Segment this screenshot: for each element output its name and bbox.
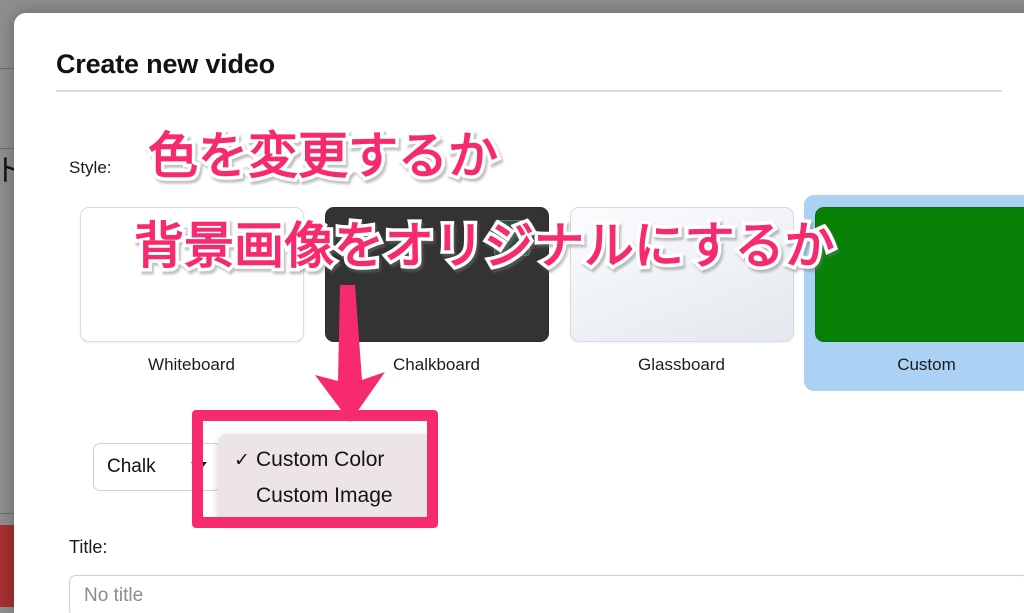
check-icon: ✓ (234, 449, 256, 472)
style-card-label: Custom (897, 355, 956, 375)
style-option-grid: Whiteboard Chalkboard Glassboard Custom (69, 195, 1024, 395)
style-card-label: Chalkboard (393, 355, 480, 375)
title-field-label: Title: (69, 537, 107, 558)
style-card-label: Whiteboard (148, 355, 235, 375)
chalk-style-select[interactable]: Chalk (93, 443, 221, 491)
create-new-video-dialog: Create new video Style: Whiteboard Chalk… (14, 13, 1024, 613)
menu-item-label: Custom Image (256, 484, 393, 508)
menu-item-custom-color[interactable]: ✓ Custom Color (218, 442, 432, 478)
glassboard-thumbnail (570, 207, 794, 342)
chevron-down-icon (191, 462, 207, 472)
menu-item-label: Custom Color (256, 448, 384, 472)
style-card-glassboard[interactable]: Glassboard (559, 195, 804, 391)
chalkboard-inner-square (494, 220, 530, 256)
style-label: Style: (69, 158, 112, 178)
style-card-custom[interactable]: Custom (804, 195, 1024, 391)
title-divider (56, 90, 1002, 92)
chalk-style-select-value: Chalk (107, 456, 156, 478)
menu-item-custom-image[interactable]: Custom Image (218, 478, 432, 514)
style-card-label: Glassboard (638, 355, 725, 375)
background-type-dropdown-menu[interactable]: ✓ Custom Color Custom Image (218, 434, 432, 522)
whiteboard-thumbnail (80, 207, 304, 342)
style-card-whiteboard[interactable]: Whiteboard (69, 195, 314, 391)
style-card-chalkboard[interactable]: Chalkboard (314, 195, 559, 391)
custom-thumbnail (815, 207, 1024, 342)
title-input[interactable]: No title (69, 575, 1024, 613)
page-title: Create new video (14, 13, 1024, 90)
chalkboard-thumbnail (325, 207, 549, 342)
